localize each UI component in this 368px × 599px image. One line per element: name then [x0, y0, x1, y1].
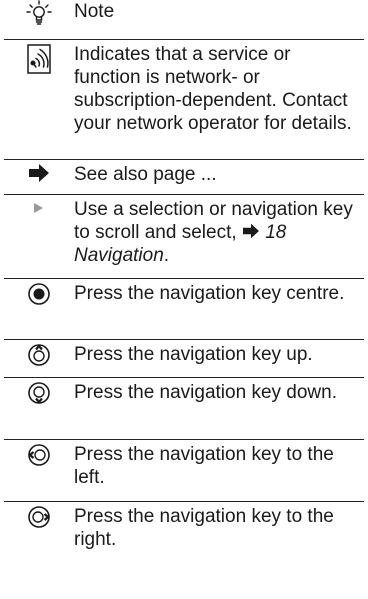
nav-key-up-icon [4, 343, 74, 367]
symbol-legend: Note Indicates that a service or functio… [0, 0, 368, 562]
lightbulb-tip-icon [4, 0, 74, 26]
legend-row-nav-down: Press the navigation key down. [4, 378, 364, 440]
legend-text-network: Indicates that a service or function is … [74, 44, 352, 134]
legend-row-nav-centre: Press the navigation key centre. [4, 279, 364, 340]
legend-text-note: Note [74, 1, 115, 22]
nav-key-down-icon [4, 381, 74, 405]
nav-key-left-icon [4, 443, 74, 467]
arrow-ref-icon [242, 222, 265, 243]
legend-text-nav-right: Press the navigation key to the right. [74, 506, 334, 550]
legend-text-selection: Use a selection or navigation key to scr… [74, 198, 364, 267]
legend-row-nav-right: Press the navigation key to the right. [4, 502, 364, 562]
legend-row-nav-up: Press the navigation key up. [4, 340, 364, 378]
small-triangle-icon [4, 198, 74, 218]
legend-row-nav-left: Press the navigation key to the left. [4, 440, 364, 502]
legend-row-selection: Use a selection or navigation key to scr… [4, 195, 364, 279]
ref-page-number: 18 [265, 222, 287, 243]
arrow-right-icon [4, 163, 74, 183]
legend-row-see-also: See also page ... [4, 160, 364, 195]
ref-end: . [163, 245, 170, 266]
selection-text: Use a selection or navigation key to scr… [74, 199, 353, 243]
legend-row-network: Indicates that a service or function is … [4, 40, 364, 160]
legend-text-see-also: See also page ... [74, 164, 217, 185]
nav-key-centre-icon [4, 282, 74, 306]
legend-text-nav-centre: Press the navigation key centre. [74, 283, 345, 304]
network-service-icon [4, 43, 74, 75]
ref-page-title: Navigation [74, 245, 164, 266]
legend-text-nav-down: Press the navigation key down. [74, 382, 337, 403]
legend-row-note: Note [4, 0, 364, 40]
legend-text-nav-up: Press the navigation key up. [74, 344, 313, 365]
nav-key-right-icon [4, 505, 74, 529]
legend-text-nav-left: Press the navigation key to the left. [74, 444, 334, 488]
